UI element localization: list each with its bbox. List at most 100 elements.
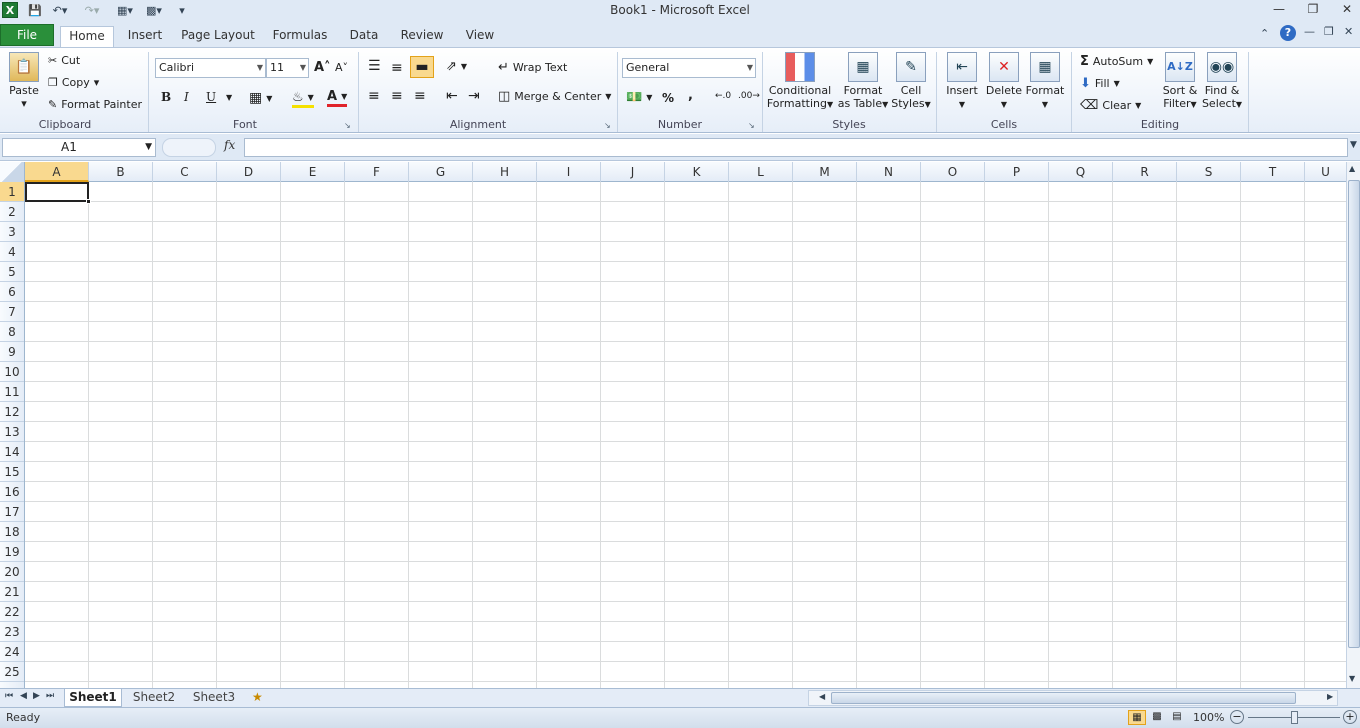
column-header-i[interactable]: I — [537, 162, 601, 182]
help-icon[interactable]: ? — [1280, 25, 1296, 41]
row-header[interactable]: 3 — [0, 222, 24, 242]
column-header-b[interactable]: B — [89, 162, 153, 182]
increase-indent-button[interactable]: ⇥ — [468, 88, 480, 104]
copy-button[interactable]: ❐ Copy ▾ — [48, 76, 99, 89]
column-header-q[interactable]: Q — [1049, 162, 1113, 182]
wrap-text-button[interactable]: ↵ Wrap Text — [498, 60, 567, 75]
row-header[interactable]: 14 — [0, 442, 24, 462]
tab-data[interactable]: Data — [344, 26, 384, 47]
align-middle-button[interactable]: ≡ — [391, 60, 403, 76]
decrease-decimal-button[interactable]: .00→ — [738, 91, 760, 101]
underline-button[interactable]: U — [206, 90, 216, 104]
horizontal-scroll-thumb[interactable] — [831, 692, 1296, 704]
tab-review[interactable]: Review — [396, 26, 448, 47]
row-header[interactable]: 13 — [0, 422, 24, 442]
expand-formula-icon[interactable]: ▼ — [1350, 140, 1357, 150]
merge-center-button[interactable]: ◫ Merge & Center ▼ — [498, 89, 611, 104]
column-header-k[interactable]: K — [665, 162, 729, 182]
column-header-l[interactable]: L — [729, 162, 793, 182]
column-header-c[interactable]: C — [153, 162, 217, 182]
zoom-in-icon[interactable]: + — [1343, 710, 1357, 724]
row-header[interactable]: 9 — [0, 342, 24, 362]
align-left-button[interactable]: ≡ — [368, 88, 380, 104]
tab-page-layout[interactable]: Page Layout — [178, 26, 258, 47]
autosum-button[interactable]: Σ AutoSum ▼ — [1080, 54, 1153, 69]
vertical-scrollbar[interactable]: ▲ ▼ — [1346, 162, 1360, 688]
insert-cells-button[interactable]: ⇤ Insert ▼ — [942, 52, 982, 111]
align-top-button[interactable]: ☰ — [368, 58, 381, 74]
last-sheet-icon[interactable]: ⏭ — [46, 691, 54, 701]
row-header[interactable]: 23 — [0, 622, 24, 642]
fill-handle[interactable] — [86, 199, 91, 204]
row-header[interactable]: 20 — [0, 562, 24, 582]
cut-button[interactable]: ✂ Cut — [48, 54, 80, 67]
cell-styles-button[interactable]: ✎ Cell Styles▼ — [890, 52, 932, 111]
column-header-j[interactable]: J — [601, 162, 665, 182]
shrink-font-button[interactable]: A˅ — [335, 61, 348, 74]
fill-button[interactable]: ⬇ Fill ▼ — [1080, 76, 1120, 91]
name-box[interactable]: A1 ▼ — [2, 138, 156, 157]
row-header[interactable]: 25 — [0, 662, 24, 682]
column-header-s[interactable]: S — [1177, 162, 1241, 182]
select-all-button[interactable] — [0, 162, 25, 182]
orientation-button[interactable]: ⇗ ▼ — [446, 59, 467, 74]
tab-view[interactable]: View — [460, 26, 500, 47]
tab-insert[interactable]: Insert — [120, 26, 170, 47]
column-header-e[interactable]: E — [281, 162, 345, 182]
close-icon[interactable]: ✕ — [1334, 2, 1360, 18]
zoom-out-icon[interactable]: − — [1230, 710, 1244, 724]
zoom-slider-thumb[interactable] — [1291, 711, 1298, 724]
underline-dropdown[interactable]: ▼ — [226, 93, 232, 102]
vertical-scroll-thumb[interactable] — [1348, 180, 1360, 648]
row-header[interactable]: 10 — [0, 362, 24, 382]
minimize-icon[interactable]: — — [1266, 2, 1292, 18]
format-as-table-button[interactable]: ▦ Format as Table▼ — [836, 52, 890, 111]
row-header[interactable]: 8 — [0, 322, 24, 342]
borders-button[interactable]: ▦ ▼ — [249, 90, 272, 106]
horizontal-scrollbar[interactable]: ◀ ▶ — [808, 690, 1338, 706]
row-header[interactable]: 1 — [0, 182, 24, 202]
prev-sheet-icon[interactable]: ◀ — [20, 691, 27, 701]
formula-input[interactable] — [244, 138, 1348, 157]
column-header-f[interactable]: F — [345, 162, 409, 182]
first-sheet-icon[interactable]: ⏮ — [5, 691, 13, 701]
italic-button[interactable]: I — [184, 90, 189, 104]
page-layout-view-icon[interactable]: ▩ — [1148, 710, 1166, 725]
column-header-t[interactable]: T — [1241, 162, 1305, 182]
percent-button[interactable]: % — [662, 91, 674, 105]
tab-home[interactable]: Home — [60, 26, 114, 47]
doc-restore-icon[interactable]: ❐ — [1324, 25, 1334, 38]
row-header[interactable]: 22 — [0, 602, 24, 622]
delete-cells-button[interactable]: ✕ Delete ▼ — [984, 52, 1024, 111]
decrease-indent-button[interactable]: ⇤ — [446, 88, 458, 104]
sort-filter-button[interactable]: A↓Z Sort & Filter▼ — [1160, 52, 1200, 111]
format-painter-button[interactable]: ✎ Format Painter — [48, 98, 142, 111]
bold-button[interactable]: B — [161, 90, 171, 104]
column-header-o[interactable]: O — [921, 162, 985, 182]
font-name-combo[interactable]: Calibri ▼ — [155, 58, 266, 78]
scroll-left-icon[interactable]: ◀ — [819, 692, 825, 701]
column-header-h[interactable]: H — [473, 162, 537, 182]
row-header[interactable]: 2 — [0, 202, 24, 222]
row-header[interactable]: 24 — [0, 642, 24, 662]
row-header[interactable]: 15 — [0, 462, 24, 482]
doc-minimize-icon[interactable]: — — [1304, 25, 1315, 38]
minimize-ribbon-icon[interactable]: ⌃ — [1260, 27, 1269, 40]
column-header-n[interactable]: N — [857, 162, 921, 182]
sheet-tab-sheet2[interactable]: Sheet2 — [126, 689, 182, 707]
column-header-g[interactable]: G — [409, 162, 473, 182]
grow-font-button[interactable]: A˄ — [314, 60, 331, 75]
normal-view-icon[interactable]: ▦ — [1128, 710, 1146, 725]
column-header-a[interactable]: A — [25, 162, 89, 182]
row-header[interactable]: 21 — [0, 582, 24, 602]
row-header[interactable]: 17 — [0, 502, 24, 522]
column-header-r[interactable]: R — [1113, 162, 1177, 182]
number-format-combo[interactable]: General ▼ — [622, 58, 756, 78]
increase-decimal-button[interactable]: ←.0 — [715, 91, 731, 101]
restore-icon[interactable]: ❐ — [1300, 2, 1326, 18]
row-header[interactable]: 19 — [0, 542, 24, 562]
insert-function-button[interactable]: fx — [224, 138, 242, 152]
paste-button[interactable]: 📋 Paste ▾ — [6, 52, 42, 110]
find-select-button[interactable]: ◉◉ Find & Select▼ — [1200, 52, 1244, 111]
sheet-tab-sheet1[interactable]: Sheet1 — [64, 689, 122, 707]
